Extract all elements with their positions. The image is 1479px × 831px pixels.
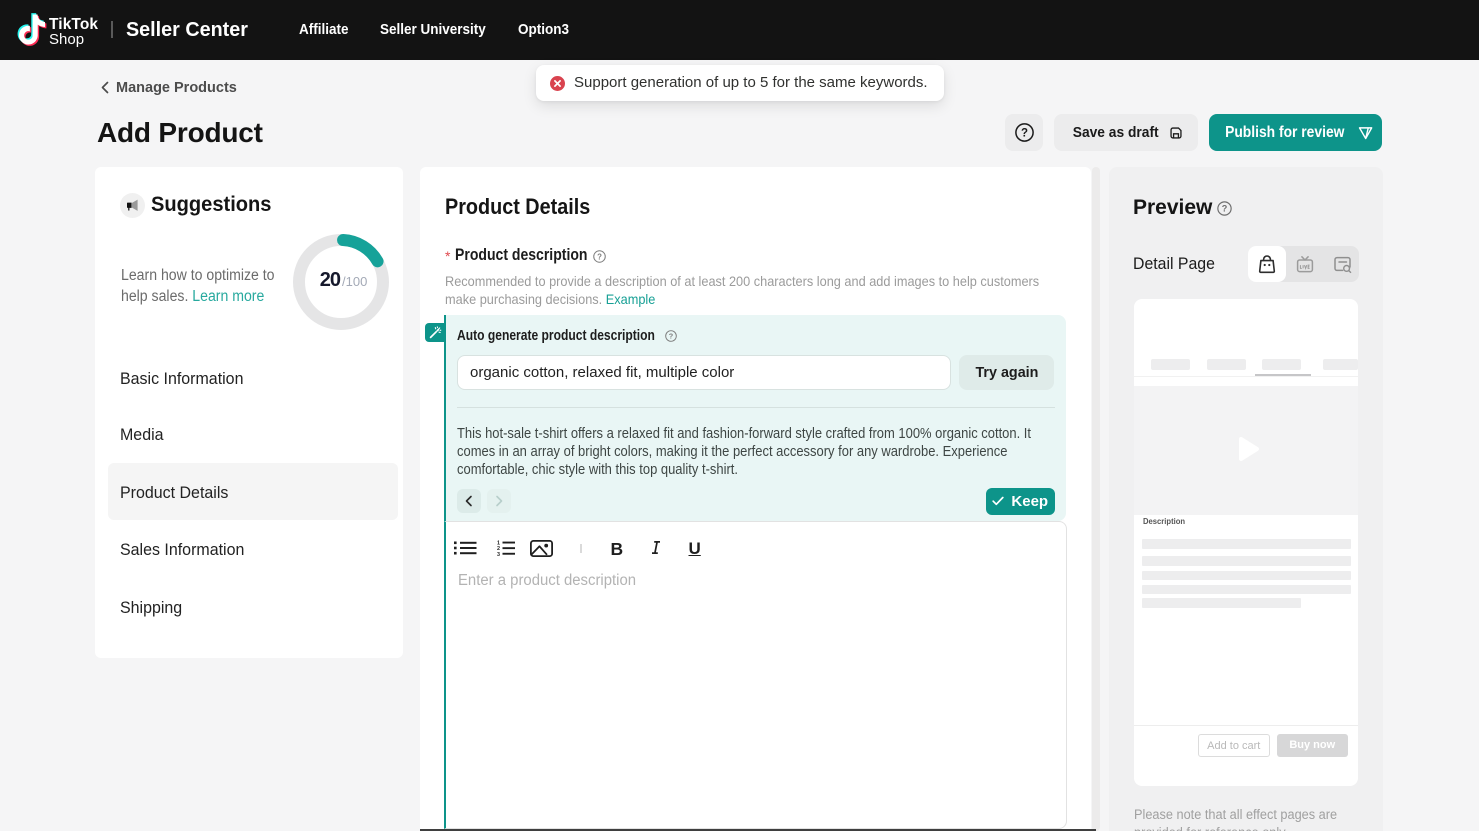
svg-text:?: ? [1020,128,1027,140]
svg-text:?: ? [669,331,674,340]
svg-text:?: ? [597,252,602,261]
svg-text:?: ? [1222,203,1228,213]
svg-text:20: 20 [320,269,341,291]
svg-text:/100: /100 [342,274,367,289]
svg-text:3: 3 [497,552,500,556]
